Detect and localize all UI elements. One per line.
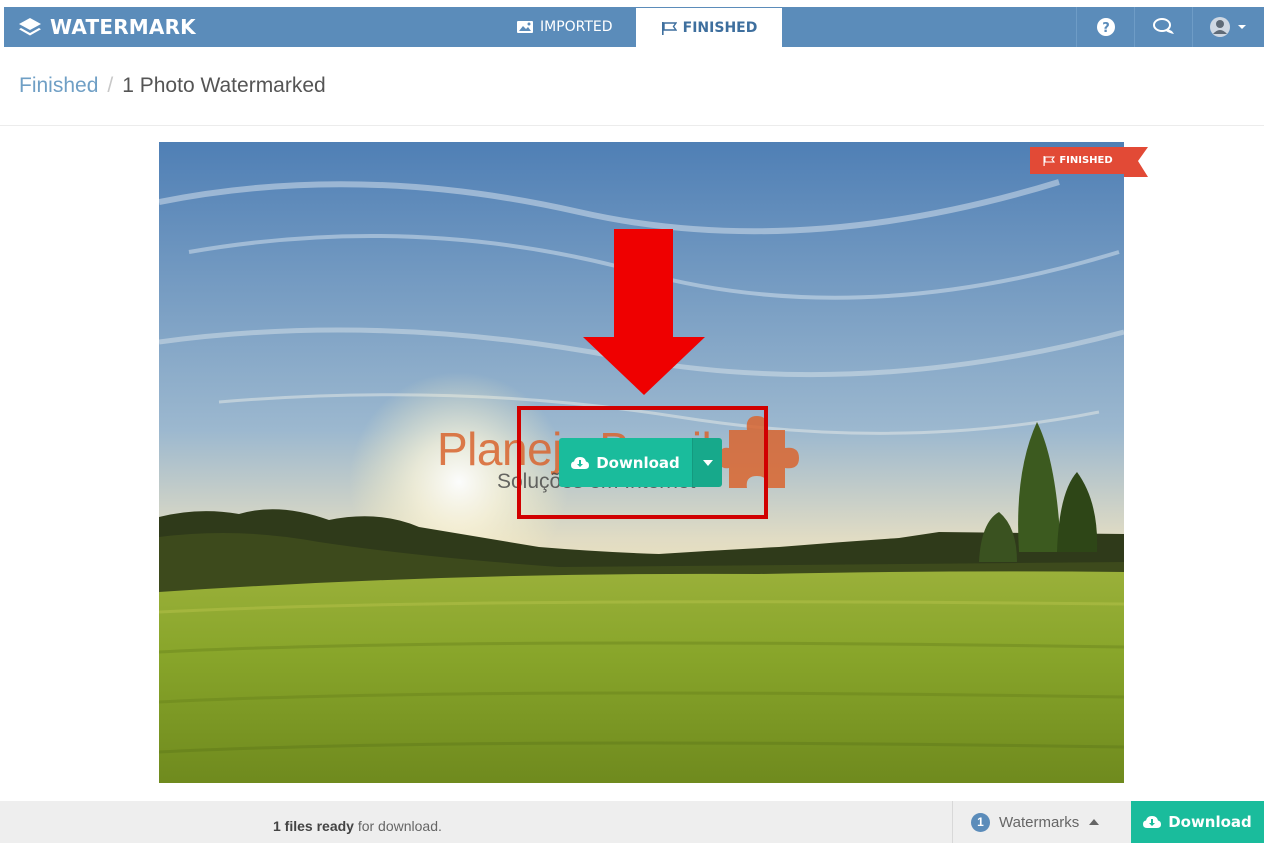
footer-download-button[interactable]: Download xyxy=(1131,801,1264,843)
breadcrumb-current: 1 Photo Watermarked xyxy=(122,74,326,97)
files-ready-count: 1 files ready xyxy=(273,818,354,834)
chevron-down-icon xyxy=(1237,25,1246,29)
images-icon xyxy=(517,21,533,33)
finished-ribbon: FINISHED xyxy=(1030,147,1126,174)
tab-finished-label: FINISHED xyxy=(682,20,758,36)
header-divider xyxy=(0,125,1264,126)
cloud-download-icon xyxy=(1143,816,1162,828)
files-ready-status: 1 files ready for download. xyxy=(273,818,442,834)
breadcrumb-separator: / xyxy=(107,74,114,97)
flag-icon xyxy=(661,21,677,35)
help-button[interactable]: ? xyxy=(1076,7,1134,47)
finished-ribbon-label: FINISHED xyxy=(1059,155,1113,166)
ribbon-tail xyxy=(1124,147,1148,177)
svg-text:?: ? xyxy=(1102,21,1110,36)
app-name: WATERMARK xyxy=(50,15,196,39)
layers-icon xyxy=(19,18,41,36)
breadcrumb-finished-link[interactable]: Finished xyxy=(19,74,98,97)
app-logo[interactable]: WATERMARK xyxy=(18,7,196,47)
caret-up-icon xyxy=(1089,819,1100,825)
tab-finished[interactable]: FINISHED xyxy=(636,8,782,48)
top-navbar: WATERMARK IMPORTED FINISHED ? xyxy=(4,7,1264,48)
user-icon xyxy=(1209,17,1230,37)
watermarks-label: Watermarks xyxy=(999,813,1080,831)
chat-icon xyxy=(1152,18,1174,34)
chat-button[interactable] xyxy=(1134,7,1192,47)
tab-imported[interactable]: IMPORTED xyxy=(516,7,613,47)
breadcrumb: Finished / 1 Photo Watermarked xyxy=(19,74,326,98)
files-ready-suffix: for download. xyxy=(353,818,442,834)
footer-download-label: Download xyxy=(1168,813,1252,831)
watermarks-count-badge: 1 xyxy=(971,812,990,832)
red-arrow-annotation xyxy=(583,229,705,395)
watermarks-toggle[interactable]: 1 Watermarks xyxy=(952,801,1130,843)
flag-icon xyxy=(1043,155,1056,166)
help-icon: ? xyxy=(1096,18,1115,36)
highlight-annotation-box xyxy=(517,406,768,519)
user-menu[interactable] xyxy=(1192,7,1262,47)
tab-imported-label: IMPORTED xyxy=(540,19,613,35)
